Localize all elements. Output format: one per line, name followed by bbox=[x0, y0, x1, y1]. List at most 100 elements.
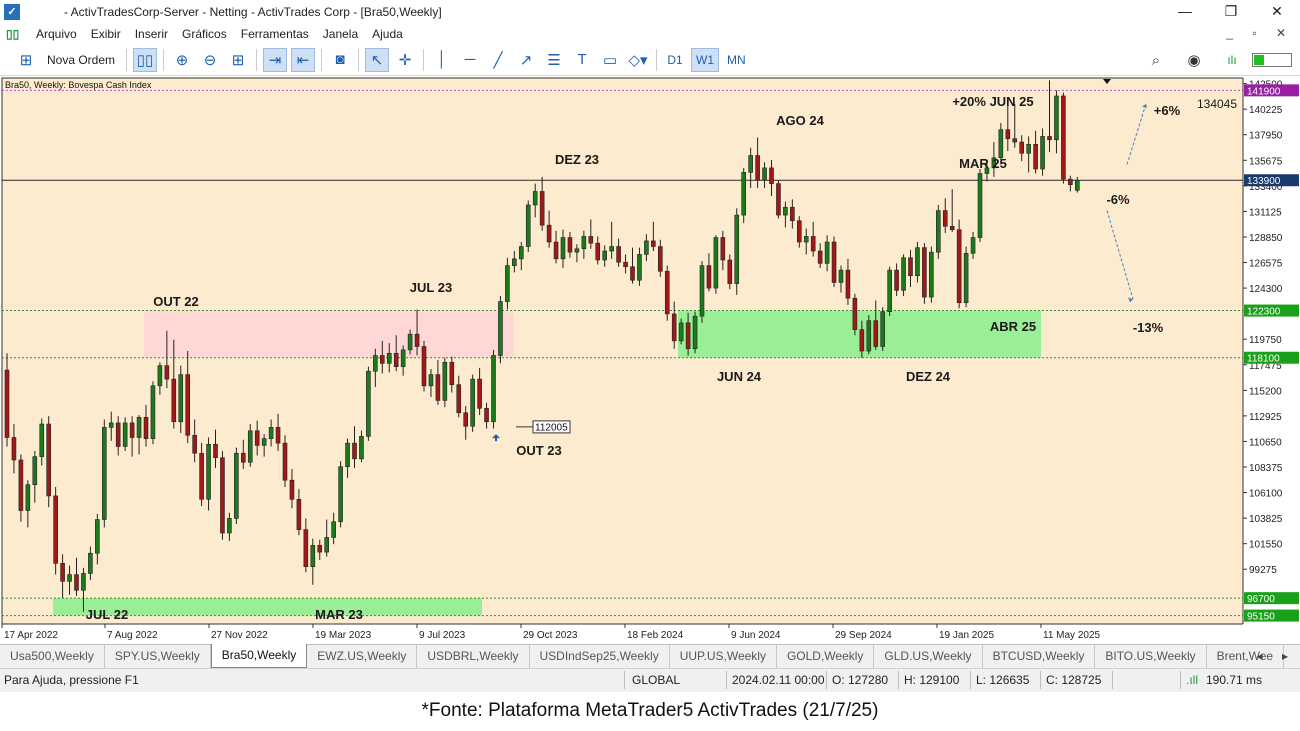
chart-canvas[interactable]: 112005 OUT 22 JUL 23 DEZ 23 AGO 24 +20% JUN 2… bbox=[0, 76, 1300, 644]
annotation-dez-24: DEZ 24 bbox=[906, 369, 951, 384]
x-tick-label: 9 Jun 2024 bbox=[731, 630, 781, 641]
x-tick-label: 19 Mar 2023 bbox=[315, 630, 372, 641]
menu-bar: ▯▯ Arquivo Exibir Inserir Gráficos Ferra… bbox=[0, 24, 1300, 44]
menu-inserir[interactable]: Inserir bbox=[135, 27, 168, 41]
candle-body bbox=[1054, 95, 1059, 141]
candle-body bbox=[393, 352, 399, 368]
candle-body bbox=[435, 374, 441, 401]
chart-menu-icon[interactable]: ▯▯ bbox=[6, 27, 22, 41]
candle-body bbox=[39, 423, 45, 457]
tab-btcusd[interactable]: BTCUSD,Weekly bbox=[983, 645, 1096, 668]
zone-3 bbox=[678, 310, 1041, 358]
tab-scroll-arrows[interactable]: ◂ ▸ bbox=[1257, 649, 1296, 663]
y-tick-label: 115200 bbox=[1249, 386, 1282, 397]
timeframe-mn[interactable]: MN bbox=[723, 48, 750, 72]
timeframe-w1[interactable]: W1 bbox=[691, 47, 720, 72]
candle-body bbox=[289, 479, 295, 500]
restore-button[interactable]: ❐ bbox=[1208, 0, 1254, 24]
candle-body bbox=[275, 427, 281, 444]
candle-body bbox=[129, 422, 135, 438]
candle-body bbox=[525, 204, 531, 247]
candle-body bbox=[741, 172, 747, 216]
candle-body bbox=[254, 430, 260, 446]
crosshair-icon[interactable]: ✛ bbox=[393, 48, 417, 72]
ray-icon[interactable]: ↗ bbox=[514, 48, 538, 72]
screenshot-icon[interactable]: ◙ bbox=[328, 48, 352, 72]
cursor-icon[interactable]: ↖ bbox=[365, 47, 390, 72]
rectangle-icon[interactable]: ▭ bbox=[598, 48, 622, 72]
status-divider bbox=[1180, 671, 1181, 689]
menu-arquivo[interactable]: Arquivo bbox=[36, 27, 77, 41]
tab-gld[interactable]: GLD.US,Weekly bbox=[874, 645, 983, 668]
candle-body bbox=[1047, 136, 1052, 141]
candle-body bbox=[171, 378, 177, 423]
candle-body bbox=[817, 250, 823, 264]
tab-ewz[interactable]: EWZ.US,Weekly bbox=[307, 645, 418, 668]
candle-body bbox=[755, 155, 760, 181]
candle-body bbox=[331, 521, 336, 538]
menu-ajuda[interactable]: Ajuda bbox=[372, 27, 403, 41]
chart-type-icon[interactable]: ▯▯ bbox=[133, 47, 158, 72]
zoom-in-icon[interactable]: ⊕ bbox=[170, 48, 194, 72]
menu-ferramentas[interactable]: Ferramentas bbox=[241, 27, 309, 41]
candle-body bbox=[241, 452, 246, 463]
tab-usdindsep25[interactable]: USDIndSep25,Weekly bbox=[530, 645, 670, 668]
candle-body bbox=[963, 252, 969, 303]
window-title: - ActivTradesCorp-Server - Netting - Act… bbox=[64, 5, 442, 19]
tab-spy[interactable]: SPY.US,Weekly bbox=[105, 645, 211, 668]
candle-body bbox=[407, 333, 413, 351]
candle-body bbox=[949, 225, 955, 230]
horizontal-line-icon[interactable]: ─ bbox=[458, 48, 482, 72]
price-chart[interactable]: 112005 OUT 22 JUL 23 DEZ 23 AGO 24 +20% JUN 2… bbox=[0, 76, 1300, 644]
channel-icon[interactable]: ☰ bbox=[542, 48, 566, 72]
candle-body bbox=[678, 322, 684, 342]
candle-body bbox=[192, 434, 197, 454]
tab-usa500[interactable]: Usa500,Weekly bbox=[0, 645, 105, 668]
candle-body bbox=[81, 573, 86, 591]
signal-icon[interactable]: ılı bbox=[1220, 48, 1244, 72]
zoom-out-icon[interactable]: ⊖ bbox=[198, 48, 222, 72]
chart-shift-icon[interactable]: ⇤ bbox=[291, 47, 316, 72]
timeframe-d1[interactable]: D1 bbox=[663, 48, 687, 72]
shapes-icon[interactable]: ◇▾ bbox=[626, 48, 650, 72]
candle-body bbox=[852, 297, 858, 330]
trendline-icon[interactable]: ╱ bbox=[486, 48, 510, 72]
candle-body bbox=[60, 563, 65, 582]
close-button[interactable]: ✕ bbox=[1254, 0, 1300, 24]
minimize-button[interactable]: — bbox=[1162, 0, 1208, 24]
zone-2 bbox=[144, 310, 514, 358]
y-tick-label: 99275 bbox=[1249, 565, 1277, 576]
tab-bra50[interactable]: Bra50,Weekly bbox=[210, 644, 308, 668]
candle-body bbox=[637, 254, 642, 281]
status-divider bbox=[726, 671, 727, 689]
candle-body bbox=[748, 155, 753, 173]
tab-uup[interactable]: UUP.US,Weekly bbox=[670, 645, 777, 668]
menu-janela[interactable]: Janela bbox=[323, 27, 358, 41]
status-bar: Para Ajuda, pressione F1 GLOBAL 2024.02.… bbox=[0, 668, 1300, 692]
account-icon[interactable]: ◉ bbox=[1182, 48, 1206, 72]
bar-datetime: 2024.02.11 00:00 bbox=[732, 673, 825, 687]
search-icon[interactable]: ⌕ bbox=[1144, 48, 1168, 72]
candle-body bbox=[150, 385, 156, 439]
menu-exibir[interactable]: Exibir bbox=[91, 27, 121, 41]
candle-body bbox=[922, 247, 927, 298]
text-icon[interactable]: T bbox=[570, 48, 594, 72]
tab-gold[interactable]: GOLD,Weekly bbox=[777, 645, 875, 668]
candle-body bbox=[762, 167, 767, 181]
toolbar-separator bbox=[423, 48, 425, 71]
y-tick-label: 112925 bbox=[1249, 412, 1282, 423]
candle-body bbox=[685, 322, 691, 350]
metatrader-window: ✓ - ActivTradesCorp-Server - Netting - A… bbox=[0, 0, 1300, 731]
tab-usdbrl[interactable]: USDBRL,Weekly bbox=[417, 645, 530, 668]
tab-bito[interactable]: BITO.US,Weekly bbox=[1095, 645, 1207, 668]
toolbar-right: ⌕ ◉ ılı bbox=[1140, 48, 1292, 72]
menu-graficos[interactable]: Gráficos bbox=[182, 27, 227, 41]
grid-icon[interactable]: ⊞ bbox=[226, 48, 250, 72]
mdi-controls[interactable]: _ ▫ ✕ bbox=[1226, 26, 1294, 40]
autoscroll-icon[interactable]: ⇥ bbox=[263, 47, 288, 72]
toolbar-separator bbox=[256, 48, 258, 71]
vertical-line-icon[interactable]: │ bbox=[430, 48, 454, 72]
candle-body bbox=[644, 240, 649, 255]
new-order-icon[interactable]: ⊞ bbox=[14, 48, 38, 72]
new-order-button[interactable]: Nova Ordem bbox=[42, 48, 120, 72]
